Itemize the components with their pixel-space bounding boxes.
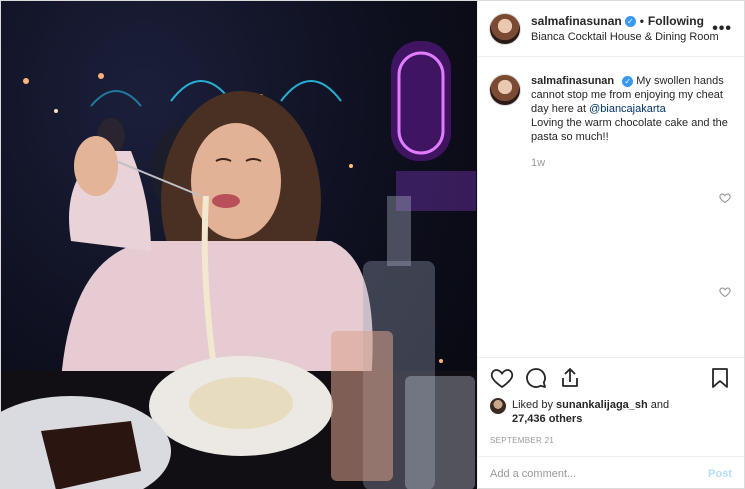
liker-avatar[interactable] xyxy=(490,398,506,414)
photo-illustration xyxy=(1,41,477,489)
likes-count[interactable]: 27,436 others xyxy=(512,413,582,425)
likes-and: and xyxy=(647,399,670,411)
header-text: salmafinasunan ✓ • Following Bianca Cock… xyxy=(531,14,719,44)
actions-area: Liked by sunankalijaga_sh and 27,436 oth… xyxy=(478,357,744,445)
add-comment-bar: Post xyxy=(478,456,744,489)
bookmark-icon[interactable] xyxy=(708,366,732,390)
post-date[interactable]: SEPTEMBER 21 xyxy=(490,436,732,445)
following-button[interactable]: Following xyxy=(648,14,704,29)
comment-icon[interactable] xyxy=(524,366,548,390)
comment-like-heart-icon[interactable] xyxy=(719,192,731,204)
likes-summary: Liked by sunankalijaga_sh and 27,436 oth… xyxy=(490,398,732,426)
separator-dot: • xyxy=(639,13,644,28)
comments-section: salmafinasunan ✓ My swollen hands cannot… xyxy=(478,58,744,358)
share-icon[interactable] xyxy=(558,366,582,390)
author-avatar[interactable] xyxy=(489,12,521,45)
caption-timestamp[interactable]: 1w xyxy=(531,156,731,170)
location-link[interactable]: Bianca Cocktail House & Dining Room xyxy=(531,30,719,44)
comment-input[interactable] xyxy=(490,467,709,480)
caption-avatar[interactable] xyxy=(489,74,521,106)
caption-text-continued: Loving the warm chocolate cake and the p… xyxy=(531,117,728,143)
liker-username[interactable]: sunankalijaga_sh xyxy=(556,399,648,411)
post-photo[interactable] xyxy=(1,1,477,489)
verified-badge-icon: ✓ xyxy=(622,76,634,87)
likes-text: Liked by sunankalijaga_sh and 27,436 oth… xyxy=(512,398,669,426)
caption: salmafinasunan ✓ My swollen hands cannot… xyxy=(489,74,732,170)
verified-badge-icon: ✓ xyxy=(624,15,636,27)
likes-prefix: Liked by xyxy=(512,399,557,411)
post-side-panel: salmafinasunan ✓ • Following Bianca Cock… xyxy=(477,1,744,489)
author-username[interactable]: salmafinasunan xyxy=(531,14,622,29)
heart-icon[interactable] xyxy=(490,366,514,390)
header-row: salmafinasunan ✓ • Following xyxy=(531,14,712,29)
action-icons xyxy=(490,358,732,398)
caption-username[interactable]: salmafinasunan xyxy=(531,75,614,87)
mention-link[interactable]: @biancajakarta xyxy=(589,103,666,115)
post-header: salmafinasunan ✓ • Following Bianca Cock… xyxy=(478,1,744,57)
post-comment-button[interactable]: Post xyxy=(708,468,732,480)
comment-like-heart-icon[interactable] xyxy=(719,286,731,298)
caption-body: salmafinasunan ✓ My swollen hands cannot… xyxy=(531,74,731,170)
instagram-post: salmafinasunan ✓ • Following Bianca Cock… xyxy=(0,0,745,489)
more-options-icon[interactable]: ••• xyxy=(712,20,732,38)
